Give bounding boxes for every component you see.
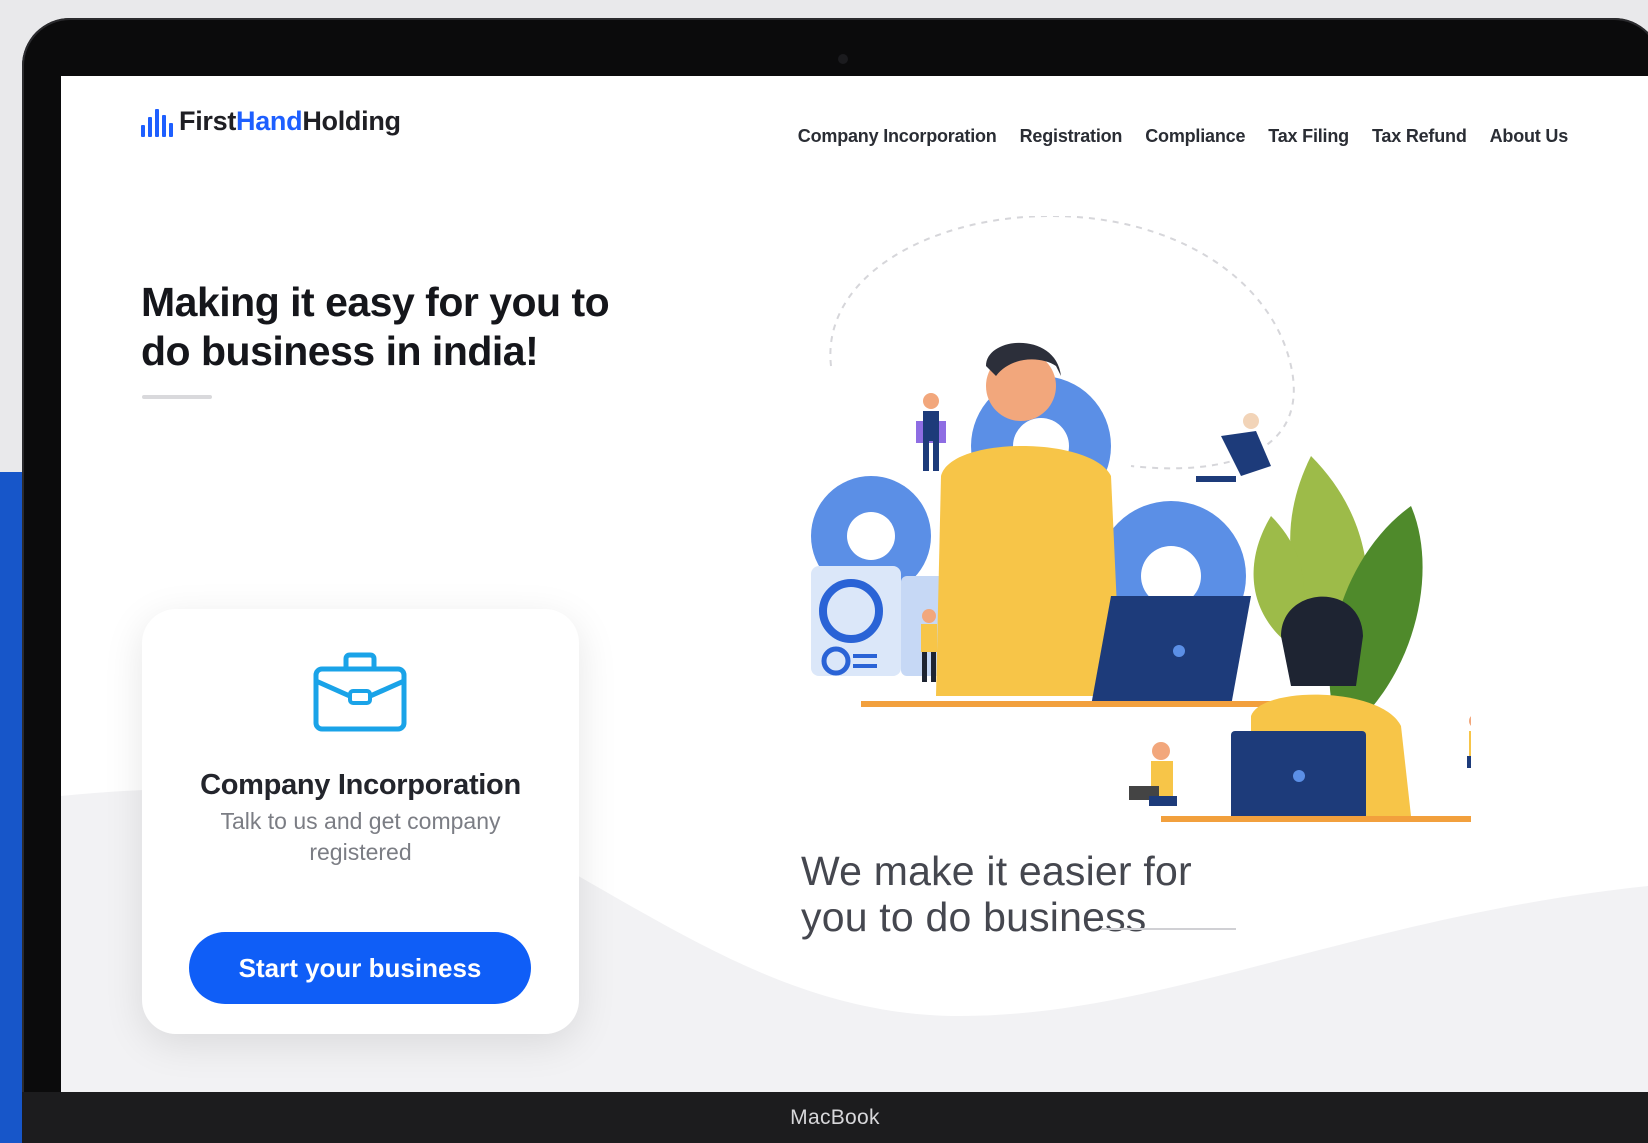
nav-compliance[interactable]: Compliance [1145, 126, 1245, 147]
hero-tagline: We make it easier for you to do business [801, 848, 1192, 940]
logo-text-holding: Holding [302, 106, 401, 136]
logo[interactable]: FirstHandHolding [141, 106, 401, 137]
small-figure-sitting-laptop [1129, 742, 1177, 806]
tagline-underline [1101, 928, 1236, 930]
hero-headline: Making it easy for you to do business in… [141, 279, 610, 374]
main-nav: Company Incorporation Registration Compl… [798, 126, 1568, 147]
laptop-bottom-bezel: MacBook [22, 1092, 1648, 1143]
logo-text-first: First [179, 106, 237, 136]
nav-company-incorporation[interactable]: Company Incorporation [798, 126, 997, 147]
small-figure-right [1467, 716, 1471, 768]
logo-text: FirstHandHolding [179, 106, 401, 137]
small-figure-running [1196, 413, 1271, 482]
nav-tax-refund[interactable]: Tax Refund [1372, 126, 1467, 147]
company-incorporation-card: Company Incorporation Talk to us and get… [142, 609, 579, 1034]
website-screen: FirstHandHolding Company Incorporation R… [61, 76, 1648, 1092]
card-title: Company Incorporation [200, 769, 521, 801]
nav-tax-filing[interactable]: Tax Filing [1268, 126, 1349, 147]
nav-registration[interactable]: Registration [1020, 126, 1123, 147]
briefcase-icon [313, 652, 407, 732]
card-subtitle: Talk to us and get company registered [220, 808, 501, 865]
device-label: MacBook [790, 1105, 880, 1129]
nav-about-us[interactable]: About Us [1490, 126, 1569, 147]
logo-bars-icon [141, 109, 173, 137]
headline-underline [142, 395, 212, 399]
business-team-illustration [811, 216, 1471, 822]
camera-dot [838, 54, 848, 64]
small-figure-top-left [916, 393, 946, 471]
logo-text-hand: Hand [236, 106, 303, 136]
start-your-business-button[interactable]: Start your business [189, 932, 531, 1004]
